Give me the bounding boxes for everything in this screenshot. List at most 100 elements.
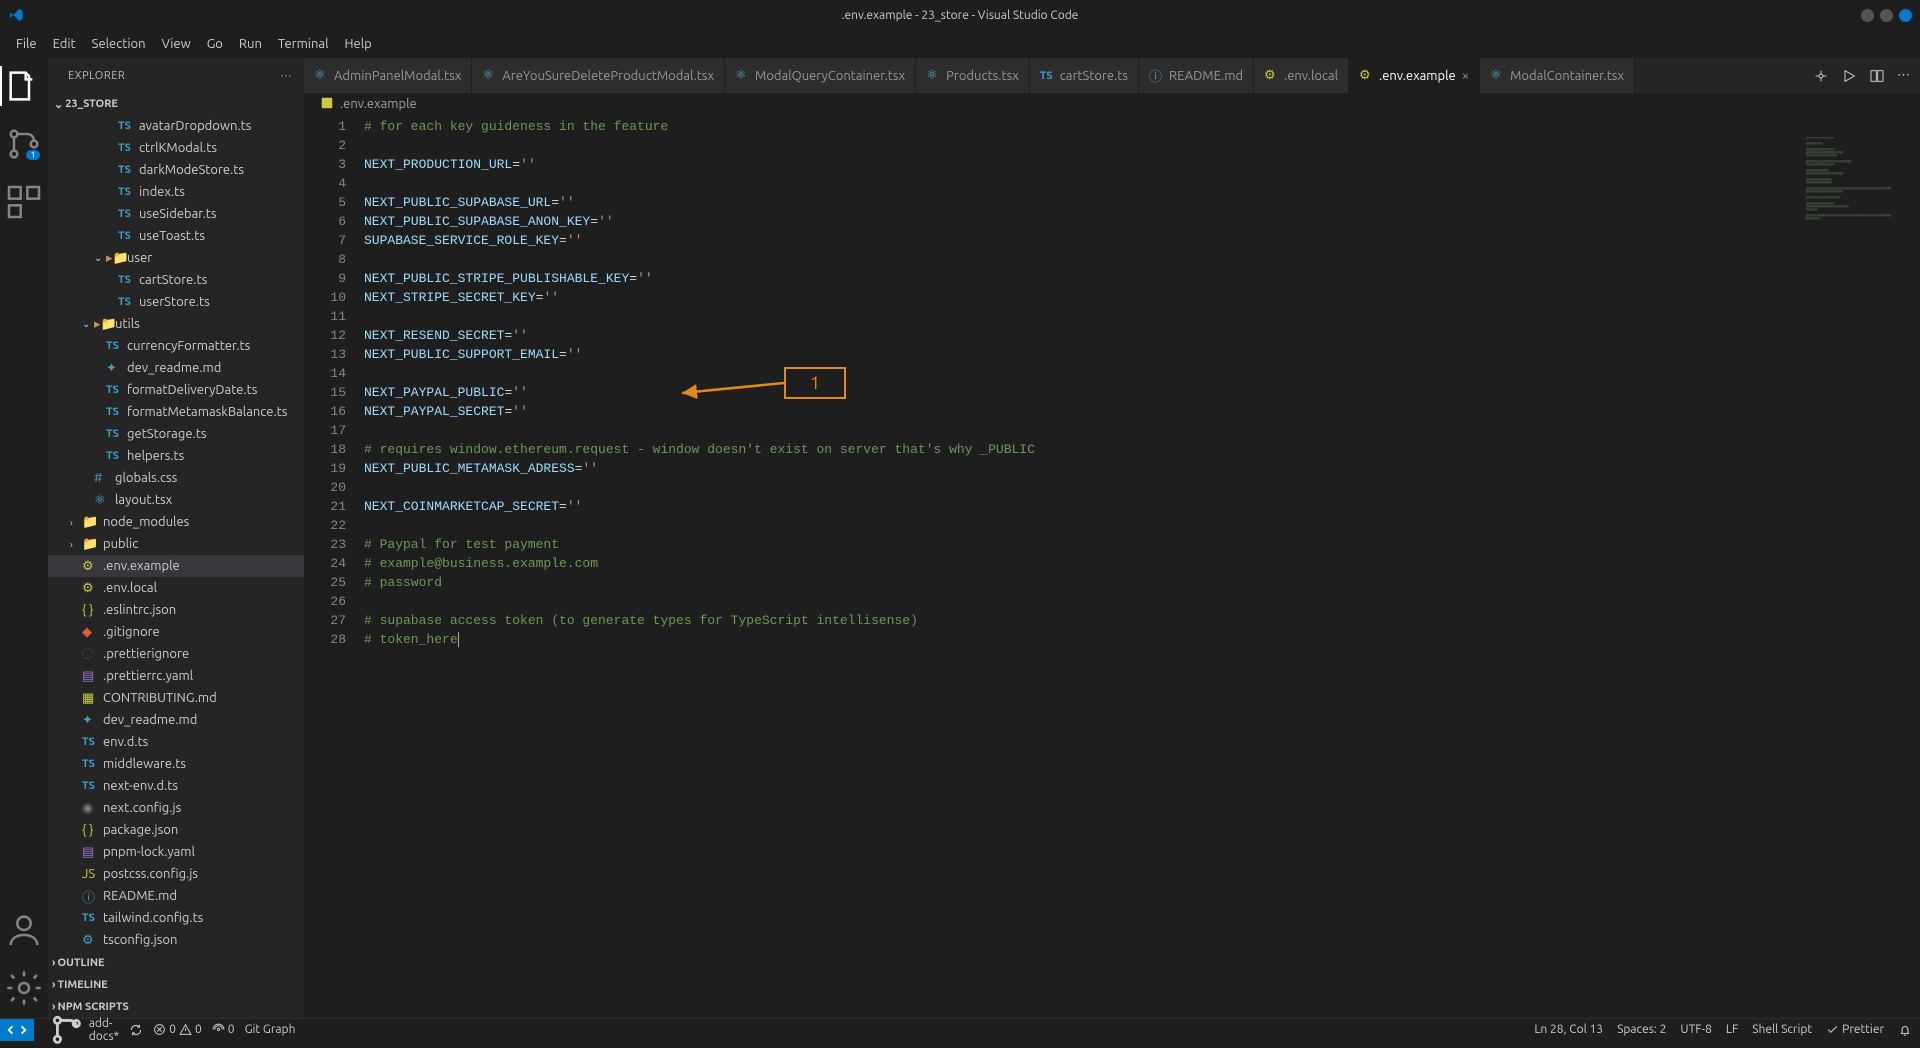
file-item-getstorage-ts[interactable]: TSgetStorage.ts	[48, 423, 304, 445]
status-encoding[interactable]: UTF-8	[1680, 1023, 1711, 1036]
folder-item-utils[interactable]: ⌄▸📁utils	[48, 313, 304, 335]
file-item-dev-readme-md[interactable]: ✦dev_readme.md	[48, 709, 304, 731]
activity-scm[interactable]: 1	[0, 124, 48, 164]
menu-file[interactable]: File	[8, 33, 45, 55]
file-item--prettierrc-yaml[interactable]: ▤.prettierrc.yaml	[48, 665, 304, 687]
tab-cartstore-ts[interactable]: TScartStore.ts×	[1030, 58, 1139, 93]
file-item-layout-tsx[interactable]: ⚛layout.tsx	[48, 489, 304, 511]
tab-modalcontainer-tsx[interactable]: ⚛ModalContainer.tsx×	[1480, 58, 1635, 93]
folder-item-public[interactable]: ›📁public	[48, 533, 304, 555]
activity-account[interactable]	[0, 910, 48, 950]
menu-bar: File Edit Selection View Go Run Terminal…	[0, 30, 1920, 58]
file-item-helpers-ts[interactable]: TShelpers.ts	[48, 445, 304, 467]
breadcrumb[interactable]: .env.example	[304, 93, 1920, 115]
file-item-cartstore-ts[interactable]: TScartStore.ts	[48, 269, 304, 291]
file-item-env-d-ts[interactable]: TSenv.d.ts	[48, 731, 304, 753]
split-editor-icon[interactable]	[1869, 68, 1885, 84]
activity-explorer[interactable]	[0, 66, 48, 106]
status-lang[interactable]: Shell Script	[1752, 1023, 1812, 1036]
file-label: dev_readme.md	[127, 361, 221, 375]
file-item--gitignore[interactable]: ◆.gitignore	[48, 621, 304, 643]
file-item-currencyformatter-ts[interactable]: TScurrencyFormatter.ts	[48, 335, 304, 357]
file-label: env.d.ts	[103, 735, 148, 749]
close-icon[interactable]: ×	[1462, 69, 1469, 83]
status-radio[interactable]: 0	[212, 1023, 235, 1036]
activity-extensions[interactable]	[0, 182, 48, 222]
file-item-next-env-d-ts[interactable]: TSnext-env.d.ts	[48, 775, 304, 797]
file-item-tsconfig-json[interactable]: ⚙tsconfig.json	[48, 929, 304, 951]
status-prettier[interactable]: Prettier	[1826, 1023, 1884, 1036]
more-icon[interactable]: ⋯	[1897, 68, 1910, 83]
file-label: tsconfig.json	[103, 933, 177, 947]
tab-areyousuredeleteproductmodal-tsx[interactable]: ⚛AreYouSureDeleteProductModal.tsx×	[472, 58, 725, 93]
run-config-icon[interactable]	[1813, 68, 1829, 84]
remote-indicator[interactable]	[0, 1019, 34, 1041]
menu-edit[interactable]: Edit	[45, 33, 84, 55]
title-bar: .env.example - 23_store - Visual Studio …	[0, 0, 1920, 30]
file-label: next.config.js	[103, 801, 181, 815]
tab--env-example[interactable]: ⚙.env.example×	[1349, 58, 1480, 93]
window-minimize[interactable]	[1861, 9, 1874, 22]
file-item--eslintrc-json[interactable]: { }.eslintrc.json	[48, 599, 304, 621]
menu-view[interactable]: View	[154, 33, 199, 55]
tab-products-tsx[interactable]: ⚛Products.tsx×	[916, 58, 1030, 93]
file-item-formatmetamaskbalance-ts[interactable]: TSformatMetamaskBalance.ts	[48, 401, 304, 423]
file-item-formatdeliverydate-ts[interactable]: TSformatDeliveryDate.ts	[48, 379, 304, 401]
file-item--env-local[interactable]: ⚙.env.local	[48, 577, 304, 599]
section-outline[interactable]: › OUTLINE	[48, 952, 304, 974]
menu-help[interactable]: Help	[336, 33, 379, 55]
sidebar-more-icon[interactable]: ⋯	[281, 69, 293, 82]
file-label: .prettierrc.yaml	[103, 669, 193, 683]
tab--env-local[interactable]: ⚙.env.local×	[1254, 58, 1349, 93]
file-item-usetoast-ts[interactable]: TSuseToast.ts	[48, 225, 304, 247]
folder-item-node-modules[interactable]: ›📁node_modules	[48, 511, 304, 533]
section-timeline[interactable]: › TIMELINE	[48, 974, 304, 996]
status-position[interactable]: Ln 28, Col 13	[1534, 1023, 1603, 1036]
ts-icon: TS	[118, 142, 134, 154]
status-problems[interactable]: 0 0	[153, 1023, 202, 1036]
file-item-globals-css[interactable]: #globals.css	[48, 467, 304, 489]
status-sync[interactable]	[129, 1023, 143, 1037]
file-item--env-example[interactable]: ⚙.env.example	[48, 555, 304, 577]
menu-selection[interactable]: Selection	[84, 33, 154, 55]
editor-body[interactable]: 1234567891011121314151617181920212223242…	[304, 115, 1920, 1018]
status-bell-icon[interactable]	[1898, 1023, 1912, 1037]
window-maximize[interactable]	[1880, 9, 1893, 22]
status-eol[interactable]: LF	[1726, 1023, 1738, 1036]
menu-terminal[interactable]: Terminal	[270, 33, 337, 55]
status-spaces[interactable]: Spaces: 2	[1617, 1023, 1666, 1036]
activity-settings[interactable]	[0, 968, 48, 1008]
file-item-ctrlkmodal-ts[interactable]: TSctrlKModal.ts	[48, 137, 304, 159]
file-label: dev_readme.md	[103, 713, 197, 727]
file-item-avatardropdown-ts[interactable]: TSavatarDropdown.ts	[48, 115, 304, 137]
file-item-readme-md[interactable]: ⓘREADME.md	[48, 885, 304, 907]
file-item-dev-readme-md[interactable]: ✦dev_readme.md	[48, 357, 304, 379]
file-item-postcss-config-js[interactable]: JSpostcss.config.js	[48, 863, 304, 885]
tab-readme-md[interactable]: ⓘREADME.md×	[1139, 58, 1254, 93]
file-item-userstore-ts[interactable]: TSuserStore.ts	[48, 291, 304, 313]
tab-adminpanelmodal-tsx[interactable]: ⚛AdminPanelModal.tsx×	[304, 58, 472, 93]
file-tree[interactable]: TSavatarDropdown.tsTSctrlKModal.tsTSdark…	[48, 115, 304, 952]
status-branch[interactable]: add-docs*	[48, 1011, 119, 1048]
file-item-contributing-md[interactable]: ▦CONTRIBUTING.md	[48, 687, 304, 709]
status-gitgraph[interactable]: Git Graph	[245, 1023, 296, 1036]
project-header[interactable]: ⌄ 23_STORE	[48, 93, 304, 115]
file-item-pnpm-lock-yaml[interactable]: ▤pnpm-lock.yaml	[48, 841, 304, 863]
window-close[interactable]	[1899, 9, 1912, 22]
file-item--prettierignore[interactable]: ◌.prettierignore	[48, 643, 304, 665]
file-item-usesidebar-ts[interactable]: TSuseSidebar.ts	[48, 203, 304, 225]
menu-go[interactable]: Go	[199, 33, 231, 55]
file-item-package-json[interactable]: { }package.json	[48, 819, 304, 841]
file-item-next-config-js[interactable]: ◉next.config.js	[48, 797, 304, 819]
menu-run[interactable]: Run	[231, 33, 270, 55]
code-content[interactable]: # for each key guideness in the feature …	[364, 115, 1920, 1018]
folder-item-user[interactable]: ⌄▸📁user	[48, 247, 304, 269]
file-item-middleware-ts[interactable]: TSmiddleware.ts	[48, 753, 304, 775]
file-item-index-ts[interactable]: TSindex.ts	[48, 181, 304, 203]
file-item-tailwind-config-ts[interactable]: TStailwind.config.ts	[48, 907, 304, 929]
tab-modalquerycontainer-tsx[interactable]: ⚛ModalQueryContainer.tsx×	[725, 58, 916, 93]
run-icon[interactable]	[1841, 68, 1857, 84]
ts-icon: TS	[118, 274, 134, 286]
project-name: 23_STORE	[65, 98, 118, 110]
file-item-darkmodestore-ts[interactable]: TSdarkModeStore.ts	[48, 159, 304, 181]
